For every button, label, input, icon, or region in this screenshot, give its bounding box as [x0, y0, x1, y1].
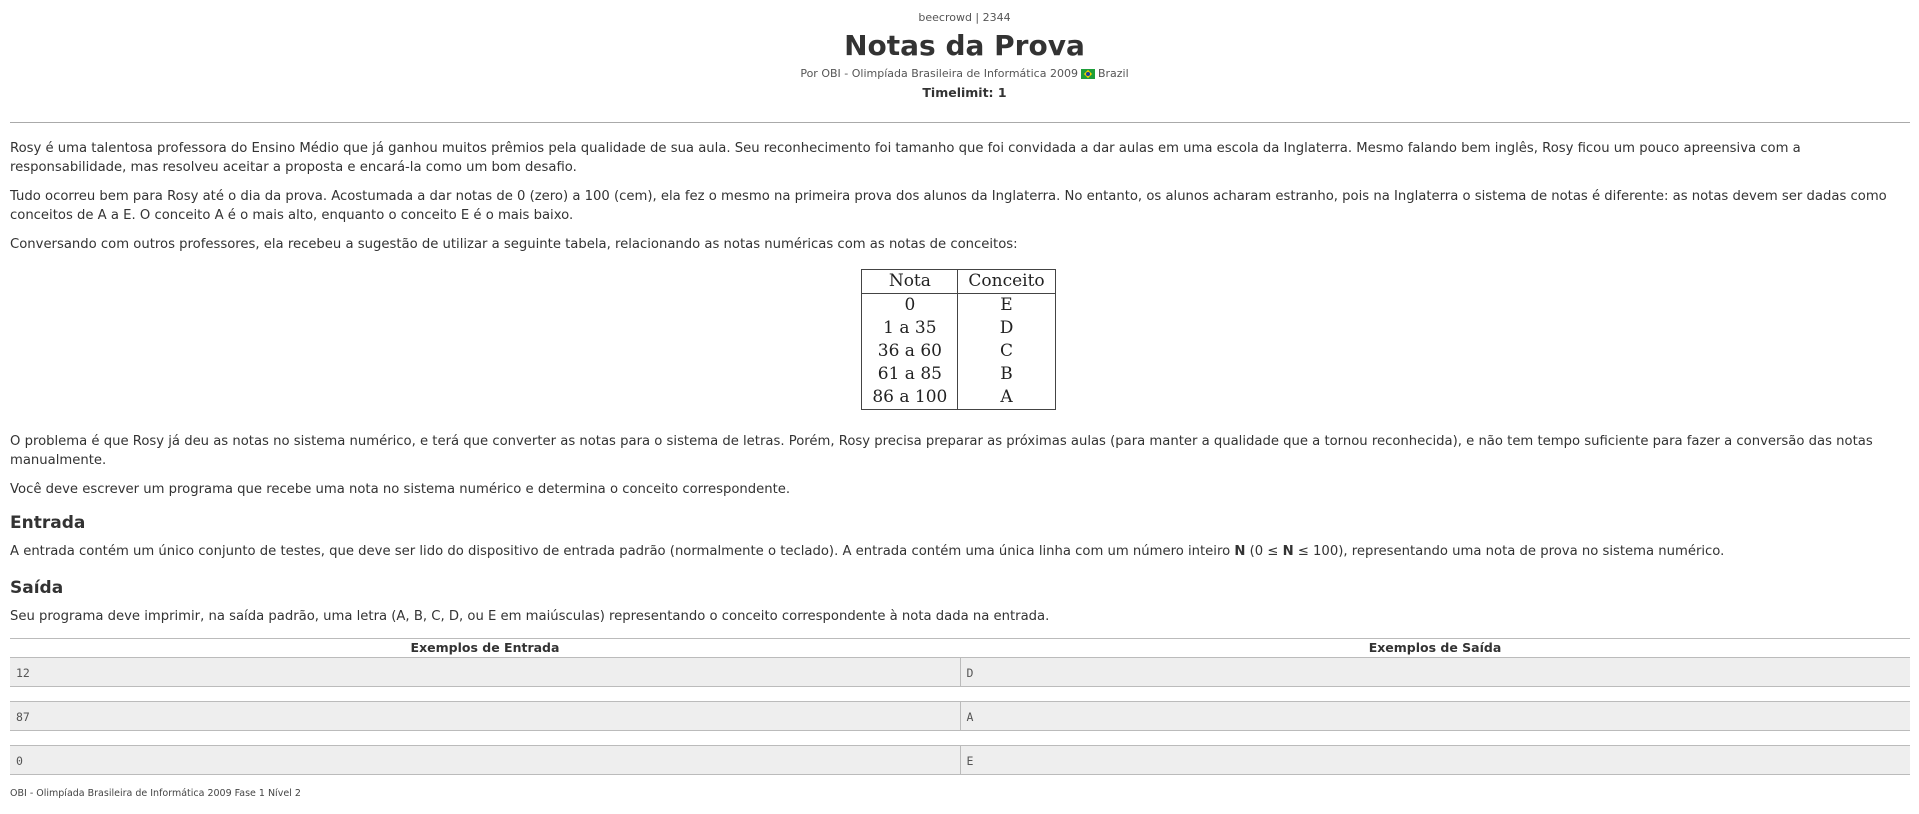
grade-table-row: 1 a 35 D — [861, 317, 1056, 340]
grade-table-row: 0 E — [861, 293, 1056, 317]
grade-table-nota: 36 a 60 — [861, 340, 959, 363]
grade-table-row: 36 a 60 C — [861, 340, 1056, 363]
example-output: A — [959, 701, 1910, 731]
example-input: 87 — [10, 701, 960, 731]
output-section-text: Seu programa deve imprimir, na saída pad… — [10, 609, 1050, 624]
grade-table-header-conceito: Conceito — [957, 269, 1056, 294]
input-text-part: A entrada contém um único conjunto de te… — [10, 544, 1235, 559]
author-text: Por OBI - Olimpíada Brasileira de Inform… — [800, 67, 1078, 80]
problem-header: beecrowd | 2344 Notas da Prova Por OBI -… — [10, 0, 1919, 101]
output-section: Saída Seu programa deve imprimir, na saí… — [10, 577, 1919, 626]
examples-input-header: Exemplos de Entrada — [410, 640, 560, 655]
input-section: Entrada A entrada contém um único conjun… — [10, 512, 1919, 561]
input-variable-n: N — [1234, 544, 1246, 559]
grade-table-container: Nota Conceito 0 E 1 a 35 D 36 a 60 C 61 … — [10, 269, 1919, 410]
example-output: D — [959, 657, 1910, 687]
brazil-flag-icon — [1080, 69, 1095, 79]
examples-header-row: Exemplos de Entrada Exemplos de Saída — [10, 639, 1910, 657]
grade-table-nota: 1 a 35 — [861, 317, 959, 340]
example-input: 0 — [10, 745, 960, 775]
description-paragraph-4: O problema é que Rosy já deu as notas no… — [10, 434, 1873, 468]
examples-output-header: Exemplos de Saída — [1368, 640, 1502, 655]
grade-table: Nota Conceito 0 E 1 a 35 D 36 a 60 C 61 … — [861, 269, 1056, 410]
input-section-title: Entrada — [10, 513, 86, 533]
grade-table-conceito: D — [957, 317, 1056, 340]
input-section-text: A entrada contém um único conjunto de te… — [10, 542, 1919, 561]
grade-table-row: 61 a 85 B — [861, 363, 1056, 386]
description-paragraph-2: Tudo ocorreu bem para Rosy até o dia da … — [10, 189, 1887, 223]
timelimit: Timelimit: 1 — [922, 85, 1007, 100]
example-output: E — [959, 745, 1910, 775]
problem-source: OBI - Olimpíada Brasileira de Informátic… — [10, 788, 301, 799]
problem-description: Rosy é uma talentosa professora do Ensin… — [10, 139, 1919, 499]
author-country: Brazil — [1097, 67, 1129, 80]
grade-table-conceito: E — [957, 293, 1056, 317]
description-paragraph-5: Você deve escrever um programa que receb… — [10, 482, 791, 497]
example-row: 0 E — [10, 745, 1910, 775]
grade-table-header-row: Nota Conceito — [861, 269, 1056, 294]
example-row: 12 D — [10, 657, 1910, 687]
grade-table-nota: 86 a 100 — [861, 386, 959, 410]
example-row: 87 A — [10, 701, 1910, 731]
grade-table-header-nota: Nota — [861, 269, 959, 294]
grade-table-conceito: B — [957, 363, 1056, 386]
input-text-part: (0 ≤ — [1245, 544, 1283, 559]
description-paragraph-1: Rosy é uma talentosa professora do Ensin… — [10, 141, 1801, 175]
problem-title: Notas da Prova — [844, 29, 1085, 62]
input-text-part: ≤ 100), representando uma nota de prova … — [1293, 544, 1725, 559]
examples-table: Exemplos de Entrada Exemplos de Saída 12… — [10, 638, 1910, 775]
header-divider — [10, 122, 1910, 123]
grade-table-conceito: A — [957, 386, 1056, 410]
problem-page: beecrowd | 2344 Notas da Prova Por OBI -… — [10, 0, 1919, 801]
problem-code: beecrowd | 2344 — [918, 11, 1011, 24]
description-paragraph-3: Conversando com outros professores, ela … — [10, 237, 1018, 252]
example-input: 12 — [10, 657, 960, 687]
input-variable-n: N — [1282, 544, 1294, 559]
grade-table-conceito: C — [957, 340, 1056, 363]
problem-author: Por OBI - Olimpíada Brasileira de Inform… — [800, 66, 1128, 82]
grade-table-nota: 61 a 85 — [861, 363, 959, 386]
grade-table-nota: 0 — [861, 293, 959, 317]
grade-table-row: 86 a 100 A — [861, 386, 1056, 410]
output-section-title: Saída — [10, 578, 64, 598]
